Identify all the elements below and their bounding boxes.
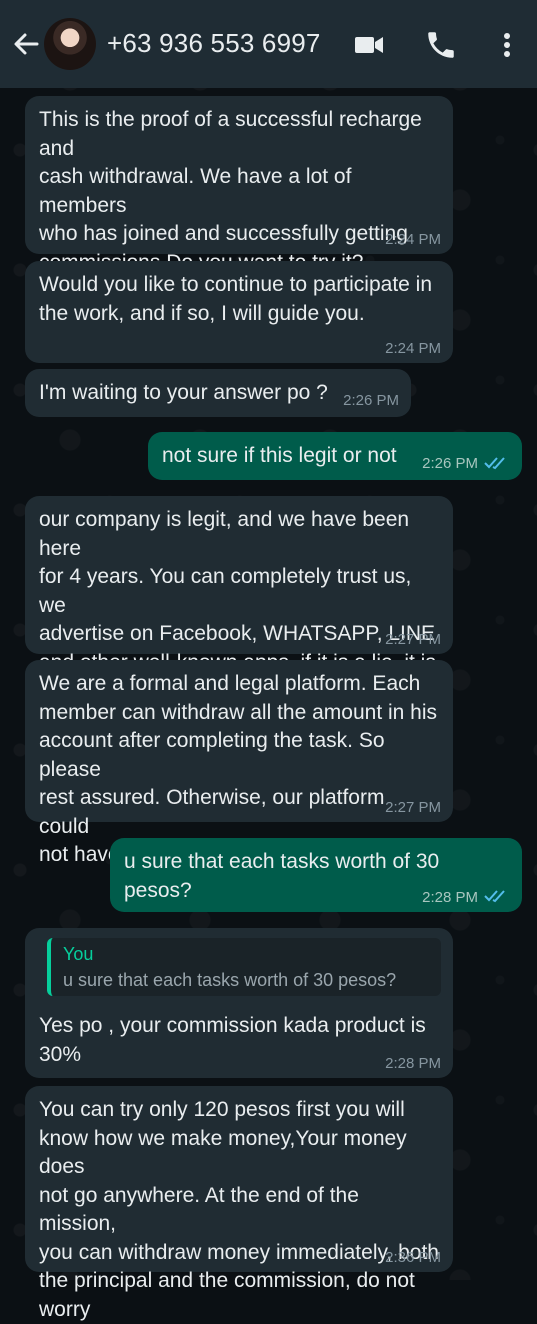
message-text: You can try only 120 pesos first you wil… (39, 1098, 439, 1321)
video-call-icon[interactable] (352, 28, 386, 62)
message-time: 2:28 PM (385, 1055, 441, 1072)
message-time: 2:27 PM (385, 799, 441, 816)
back-arrow-icon[interactable] (10, 28, 42, 60)
outgoing-message[interactable]: not sure if this legit or not 2:26 PM (148, 432, 522, 480)
phone-icon[interactable] (424, 28, 458, 62)
message-time: 2:28 PM (422, 889, 478, 906)
chat-header: +63 936 553 6997 (0, 0, 537, 88)
message-time: 2:27 PM (385, 631, 441, 648)
incoming-message[interactable]: Would you like to continue to participat… (25, 261, 453, 363)
more-options-icon[interactable] (490, 28, 524, 62)
avatar[interactable] (44, 18, 96, 70)
message-time: 2:26 PM (343, 392, 399, 409)
read-receipt-icon (484, 456, 508, 470)
contact-name[interactable]: +63 936 553 6997 (107, 28, 321, 59)
read-receipt-icon (484, 889, 508, 903)
message-time: 2:24 PM (385, 231, 441, 248)
outgoing-message[interactable]: u sure that each tasks worth of 30 pesos… (110, 838, 522, 912)
message-text: Would you like to continue to participat… (39, 273, 433, 325)
incoming-message[interactable]: You can try only 120 pesos first you wil… (25, 1086, 453, 1321)
incoming-message[interactable]: This is the proof of a successful rechar… (25, 96, 453, 274)
message-text: This is the proof of a successful rechar… (39, 108, 422, 274)
incoming-message[interactable]: I'm waiting to your answer po ? 2:26 PM (25, 369, 411, 417)
message-time: 2:36 PM (385, 1249, 441, 1266)
incoming-message[interactable]: You u sure that each tasks worth of 30 p… (25, 928, 453, 1078)
incoming-message[interactable]: We are a formal and legal platform. Each… (25, 660, 453, 866)
message-text: Yes po , your commission kada product is… (39, 1014, 426, 1066)
incoming-message[interactable]: our company is legit, and we have been h… (25, 496, 453, 702)
quoted-message[interactable]: You u sure that each tasks worth of 30 p… (47, 938, 441, 996)
quote-text: u sure that each tasks worth of 30 pesos… (63, 970, 397, 990)
message-time: 2:24 PM (385, 340, 441, 357)
quote-author: You (63, 944, 94, 964)
message-time: 2:26 PM (422, 455, 478, 472)
